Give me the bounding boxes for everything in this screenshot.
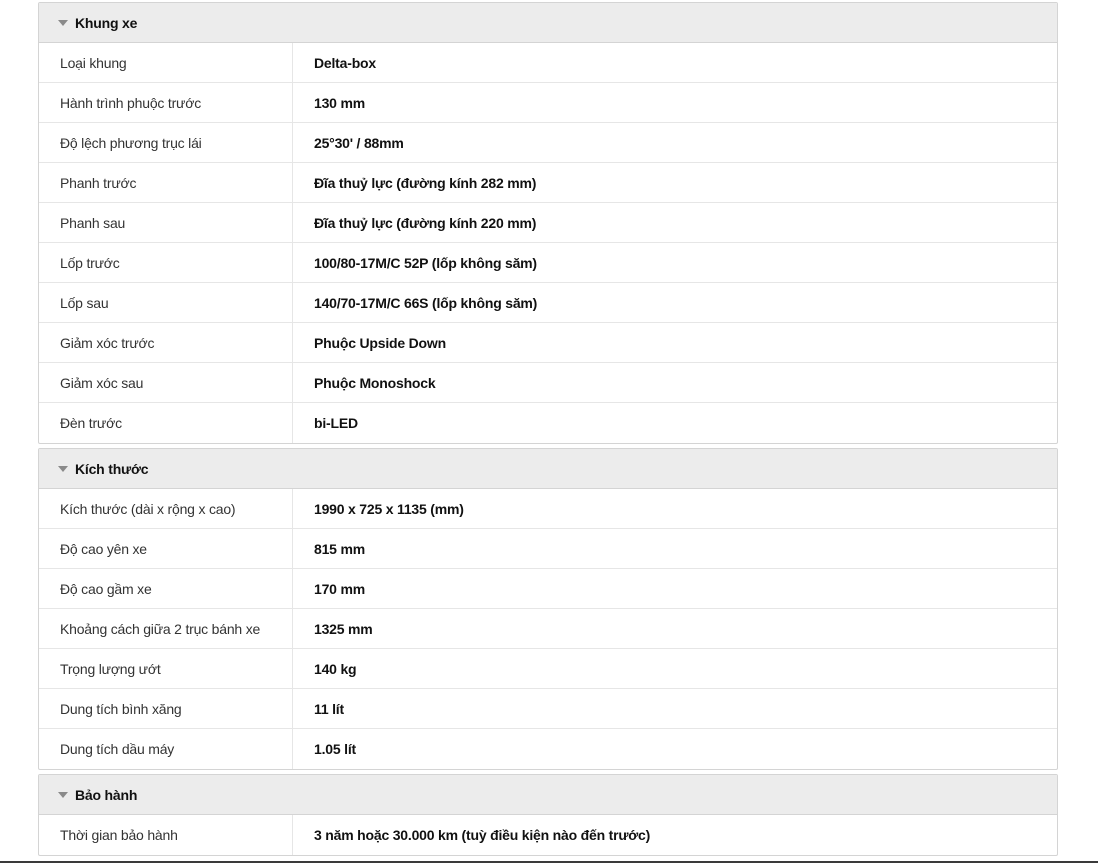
section-title: Khung xe bbox=[75, 14, 138, 31]
spec-label: Giảm xóc sau bbox=[39, 363, 293, 402]
spec-value: 100/80-17M/C 52P (lốp không săm) bbox=[314, 254, 537, 271]
spec-label: Lốp sau bbox=[39, 283, 293, 322]
spec-row: Loại khung Delta-box bbox=[39, 43, 1057, 83]
spec-row: Lốp trước 100/80-17M/C 52P (lốp không săm… bbox=[39, 243, 1057, 283]
section-header[interactable]: Khung xe bbox=[39, 3, 1057, 43]
spec-row: Giảm xóc trước Phuộc Upside Down bbox=[39, 323, 1057, 363]
spec-label: Lốp trước bbox=[39, 243, 293, 282]
spec-value: 170 mm bbox=[314, 580, 365, 597]
spec-label: Đèn trước bbox=[39, 403, 293, 443]
section-title: Bảo hành bbox=[75, 786, 138, 803]
section-khung-xe: Khung xe Loại khung Delta-box Hành trình … bbox=[38, 2, 1058, 444]
spec-label: Phanh trước bbox=[39, 163, 293, 202]
spec-row: Độ cao yên xe 815 mm bbox=[39, 529, 1057, 569]
spec-value: 130 mm bbox=[314, 94, 365, 111]
spec-value: 25°30' / 88mm bbox=[314, 134, 404, 151]
spec-row: Dung tích dầu máy 1.05 lít bbox=[39, 729, 1057, 769]
spec-accordion: Khung xe Loại khung Delta-box Hành trình … bbox=[38, 2, 1058, 860]
spec-label: Kích thước (dài x rộng x cao) bbox=[39, 489, 293, 528]
spec-row: Độ lệch phương trục lái 25°30' / 88mm bbox=[39, 123, 1057, 163]
caret-down-icon bbox=[58, 792, 68, 798]
spec-value: Delta-box bbox=[314, 54, 376, 71]
spec-label: Dung tích bình xăng bbox=[39, 689, 293, 728]
spec-label: Giảm xóc trước bbox=[39, 323, 293, 362]
spec-label: Dung tích dầu máy bbox=[39, 729, 293, 769]
spec-row: Kích thước (dài x rộng x cao) 1990 x 725 … bbox=[39, 489, 1057, 529]
spec-label: Hành trình phuộc trước bbox=[39, 83, 293, 122]
spec-value: 1.05 lít bbox=[314, 741, 356, 757]
spec-label: Độ cao gầm xe bbox=[39, 569, 293, 608]
section-header[interactable]: Kích thước bbox=[39, 449, 1057, 489]
spec-value: 3 năm hoặc 30.000 km (tuỳ điều kiện nào … bbox=[314, 827, 651, 843]
spec-row: Đèn trước bi-LED bbox=[39, 403, 1057, 443]
spec-row: Thời gian bảo hành 3 năm hoặc 30.000 km (… bbox=[39, 815, 1057, 855]
spec-value: Phuộc Monoshock bbox=[314, 374, 436, 391]
spec-row: Trọng lượng ướt 140 kg bbox=[39, 649, 1057, 689]
spec-label: Loại khung bbox=[39, 43, 293, 82]
spec-label: Độ cao yên xe bbox=[39, 529, 293, 568]
caret-down-icon bbox=[58, 20, 68, 26]
spec-value: 1325 mm bbox=[314, 620, 373, 637]
spec-value: 140 kg bbox=[314, 660, 357, 677]
spec-value: Đĩa thuỷ lực (đường kính 282 mm) bbox=[314, 174, 537, 191]
spec-value: 1990 x 725 x 1135 (mm) bbox=[314, 500, 464, 517]
caret-down-icon bbox=[58, 466, 68, 472]
spec-row: Hành trình phuộc trước 130 mm bbox=[39, 83, 1057, 123]
spec-row: Độ cao gầm xe 170 mm bbox=[39, 569, 1057, 609]
spec-row: Phanh sau Đĩa thuỷ lực (đường kính 220 mm… bbox=[39, 203, 1057, 243]
spec-value: Phuộc Upside Down bbox=[314, 334, 446, 351]
spec-label: Phanh sau bbox=[39, 203, 293, 242]
spec-value: 140/70-17M/C 66S (lốp không săm) bbox=[314, 294, 538, 311]
spec-label: Khoảng cách giữa 2 trục bánh xe bbox=[39, 609, 293, 648]
spec-row: Phanh trước Đĩa thuỷ lực (đường kính 282 … bbox=[39, 163, 1057, 203]
section-bao-hanh: Bảo hành Thời gian bảo hành 3 năm hoặc 30… bbox=[38, 774, 1058, 856]
spec-value: 815 mm bbox=[314, 540, 365, 557]
spec-row: Khoảng cách giữa 2 trục bánh xe 1325 mm bbox=[39, 609, 1057, 649]
spec-row: Dung tích bình xăng 11 lít bbox=[39, 689, 1057, 729]
section-kich-thuoc: Kích thước Kích thước (dài x rộng x cao)… bbox=[38, 448, 1058, 770]
spec-label: Thời gian bảo hành bbox=[39, 815, 293, 855]
spec-label: Độ lệch phương trục lái bbox=[39, 123, 293, 162]
spec-row: Lốp sau 140/70-17M/C 66S (lốp không săm) bbox=[39, 283, 1057, 323]
section-title: Kích thước bbox=[75, 460, 149, 477]
bottom-divider bbox=[0, 861, 1098, 863]
spec-row: Giảm xóc sau Phuộc Monoshock bbox=[39, 363, 1057, 403]
spec-value: 11 lít bbox=[314, 700, 344, 717]
spec-value: bi-LED bbox=[314, 415, 358, 431]
spec-value: Đĩa thuỷ lực (đường kính 220 mm) bbox=[314, 214, 537, 231]
spec-label: Trọng lượng ướt bbox=[39, 649, 293, 688]
section-header[interactable]: Bảo hành bbox=[39, 775, 1057, 815]
